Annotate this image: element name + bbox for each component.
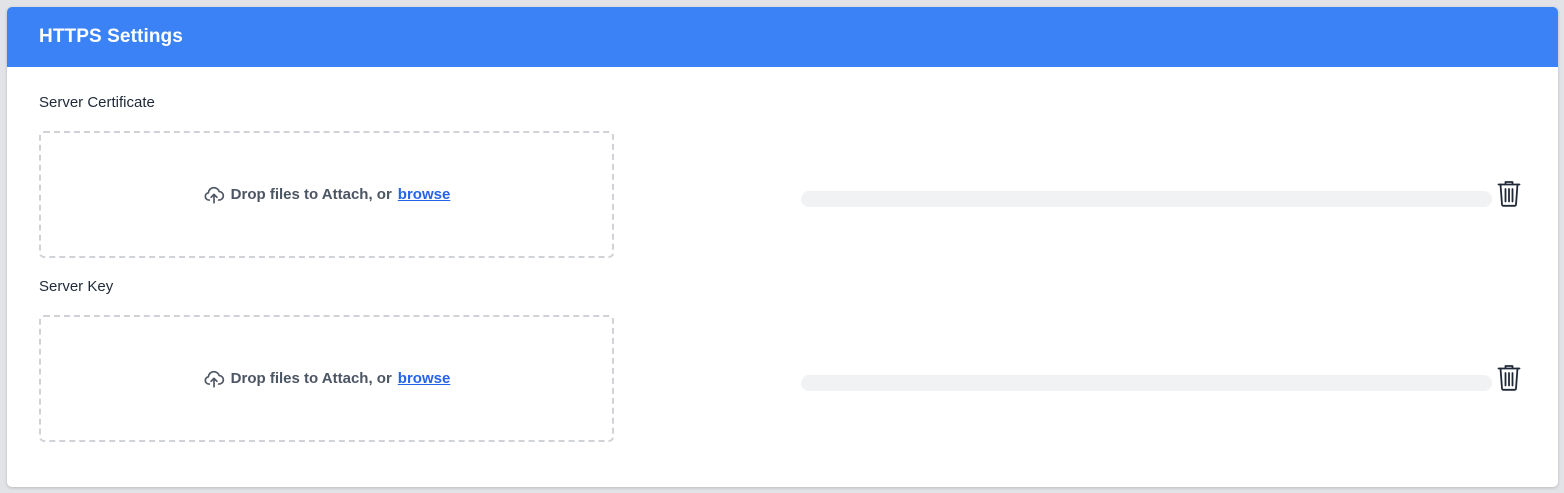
server-key-progress-bar (801, 375, 1492, 391)
dropzone-content: Drop files to Attach, or browse (203, 184, 451, 206)
panel-header: HTTPS Settings (7, 7, 1558, 67)
trash-icon[interactable] (1497, 364, 1521, 391)
dropzone-text: Drop files to Attach, or (230, 370, 392, 387)
cloud-upload-icon (204, 370, 224, 388)
server-certificate-progress-bar (801, 191, 1492, 207)
server-certificate-label: Server Certificate (39, 94, 155, 111)
trash-icon[interactable] (1497, 180, 1521, 207)
https-settings-panel: HTTPS Settings Server Certificate Drop f… (7, 7, 1558, 487)
panel-title: HTTPS Settings (39, 26, 183, 47)
server-key-dropzone[interactable]: Drop files to Attach, or browse (39, 315, 614, 442)
browse-link[interactable]: browse (398, 186, 451, 203)
cloud-upload-icon (204, 186, 224, 204)
server-key-label: Server Key (39, 278, 114, 295)
dropzone-text: Drop files to Attach, or (230, 186, 392, 203)
dropzone-content: Drop files to Attach, or browse (203, 368, 451, 390)
server-certificate-dropzone[interactable]: Drop files to Attach, or browse (39, 131, 614, 258)
browse-link[interactable]: browse (398, 370, 451, 387)
